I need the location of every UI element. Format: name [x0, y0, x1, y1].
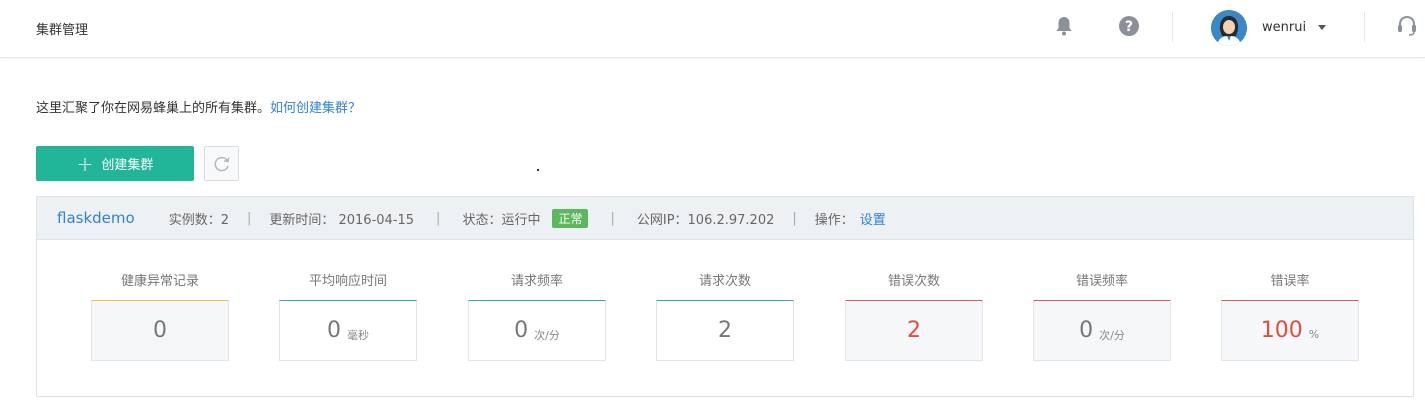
- metric-avg-response-time: 0 毫秒: [279, 300, 417, 361]
- separator: |: [436, 210, 441, 226]
- page-title: 集群管理: [36, 23, 89, 38]
- metric-label: 请求次数: [698, 274, 751, 289]
- metric-label: 请求频率: [510, 274, 563, 289]
- metric-value: 0: [327, 318, 341, 343]
- update-time: 更新时间： 2016-04-15: [269, 212, 415, 228]
- metric-health-anomalies: 0: [91, 300, 229, 361]
- create-cluster-label: 创建集群: [101, 158, 154, 173]
- metric-error-count: 2: [845, 300, 983, 361]
- cluster-header: flaskdemo 实例数：2 | 更新时间： 2016-04-15 | 状态：…: [37, 197, 1413, 240]
- metric-value: 0: [153, 318, 167, 343]
- metric-label: 平均响应时间: [308, 274, 387, 289]
- refresh-icon: [214, 156, 229, 171]
- header-divider: [1172, 12, 1173, 42]
- status-badge: 正常: [552, 208, 589, 228]
- top-bar: 集群管理 ? wenrui: [0, 0, 1425, 58]
- metric-unit: %: [1308, 328, 1320, 341]
- metric-value: 0: [1079, 318, 1094, 343]
- metric-request-count: 2: [656, 300, 794, 361]
- metric-error-rate-per-min: 0 次/分: [1033, 300, 1171, 361]
- help-icon[interactable]: ?: [1117, 14, 1141, 38]
- metric-label: 错误次数: [887, 274, 940, 289]
- cluster-name-link[interactable]: flaskdemo: [57, 209, 135, 227]
- bell-icon[interactable]: [1052, 14, 1076, 38]
- metric-label: 健康异常记录: [120, 274, 199, 289]
- metric-error-percentage: 100 %: [1221, 300, 1359, 361]
- settings-link[interactable]: 设置: [860, 209, 886, 228]
- header-divider-2: [1364, 12, 1365, 42]
- stray-dot: [537, 169, 539, 171]
- public-ip: 公网IP：106.2.97.202: [636, 212, 775, 228]
- username[interactable]: wenrui: [1262, 20, 1306, 35]
- separator: |: [610, 210, 615, 226]
- how-to-create-link[interactable]: 如何创建集群？: [270, 101, 361, 116]
- create-cluster-button[interactable]: + 创建集群: [36, 146, 194, 181]
- plus-icon: +: [76, 151, 94, 176]
- metric-request-rate: 0 次/分: [468, 300, 606, 361]
- refresh-button[interactable]: [204, 146, 239, 181]
- avatar[interactable]: [1211, 10, 1247, 46]
- separator: |: [792, 210, 797, 226]
- intro-text: 这里汇聚了你在网易蜂巢上的所有集群。如何创建集群？: [36, 97, 361, 116]
- operations-label: 操作：: [814, 212, 854, 228]
- separator: |: [246, 210, 252, 226]
- metric-unit: 次/分: [1099, 328, 1125, 342]
- intro-description: 这里汇聚了你在网易蜂巢上的所有集群。: [36, 101, 271, 116]
- metric-value: 2: [907, 318, 921, 343]
- metric-unit: 次/分: [534, 328, 560, 342]
- instance-count: 实例数：2: [168, 212, 229, 228]
- status-label: 状态：运行中: [462, 212, 541, 228]
- chevron-down-icon[interactable]: [1318, 25, 1326, 30]
- metric-value: 0: [514, 318, 529, 343]
- metric-label: 错误率: [1270, 274, 1310, 289]
- metric-value: 2: [718, 318, 732, 343]
- metric-value: 100: [1260, 318, 1303, 343]
- metric-label: 错误频率: [1075, 274, 1128, 289]
- svg-text:?: ?: [1125, 19, 1133, 35]
- metric-unit: 毫秒: [347, 328, 369, 342]
- headset-icon[interactable]: [1396, 14, 1418, 38]
- cluster-card: flaskdemo 实例数：2 | 更新时间： 2016-04-15 | 状态：…: [36, 196, 1414, 397]
